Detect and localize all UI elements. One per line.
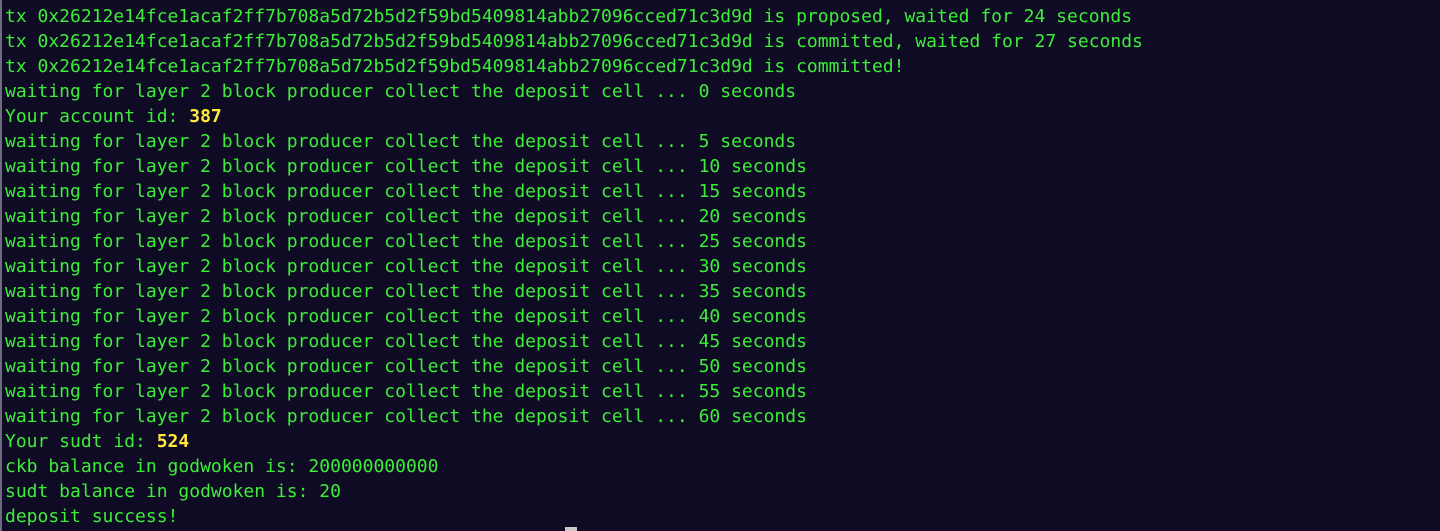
- terminal-line-value: 387: [189, 106, 222, 127]
- terminal-line: waiting for layer 2 block producer colle…: [5, 131, 797, 152]
- terminal-line: waiting for layer 2 block producer colle…: [5, 356, 807, 377]
- text-cursor: [565, 527, 577, 531]
- terminal-line: tx 0x26212e14fce1acaf2ff7b708a5d72b5d2f5…: [5, 6, 1133, 27]
- terminal-line-value: 524: [156, 431, 190, 452]
- terminal-line: waiting for layer 2 block producer colle…: [5, 256, 807, 277]
- terminal-line: tx 0x26212e14fce1acaf2ff7b708a5d72b5d2f5…: [5, 56, 905, 77]
- terminal-line-label: Your sudt id:: [5, 431, 157, 452]
- terminal-line: waiting for layer 2 block producer colle…: [5, 231, 807, 252]
- terminal-line: waiting for layer 2 block producer colle…: [5, 331, 807, 352]
- terminal-line: sudt balance in godwoken is: 20: [5, 481, 341, 502]
- terminal-line: waiting for layer 2 block producer colle…: [5, 381, 807, 402]
- terminal-line: waiting for layer 2 block producer colle…: [5, 181, 807, 202]
- terminal-line: tx 0x26212e14fce1acaf2ff7b708a5d72b5d2f5…: [5, 31, 1143, 52]
- terminal-line-label: Your account id:: [5, 106, 190, 127]
- terminal-line: Your sudt id: 524: [5, 429, 1143, 454]
- terminal-line: deposit success!: [5, 506, 179, 527]
- terminal-output: tx 0x26212e14fce1acaf2ff7b708a5d72b5d2f5…: [5, 4, 1143, 529]
- terminal-line: waiting for layer 2 block producer colle…: [5, 281, 807, 302]
- window-left-border: [0, 0, 2, 531]
- terminal-line: waiting for layer 2 block producer colle…: [5, 306, 807, 327]
- terminal-line: ckb balance in godwoken is: 200000000000: [5, 456, 439, 477]
- terminal-line: waiting for layer 2 block producer colle…: [5, 81, 797, 102]
- terminal-line: waiting for layer 2 block producer colle…: [5, 206, 807, 227]
- terminal-line: waiting for layer 2 block producer colle…: [5, 406, 807, 427]
- terminal-window[interactable]: tx 0x26212e14fce1acaf2ff7b708a5d72b5d2f5…: [0, 0, 1440, 531]
- terminal-line: Your account id: 387: [5, 104, 1143, 129]
- terminal-line: waiting for layer 2 block producer colle…: [5, 156, 807, 177]
